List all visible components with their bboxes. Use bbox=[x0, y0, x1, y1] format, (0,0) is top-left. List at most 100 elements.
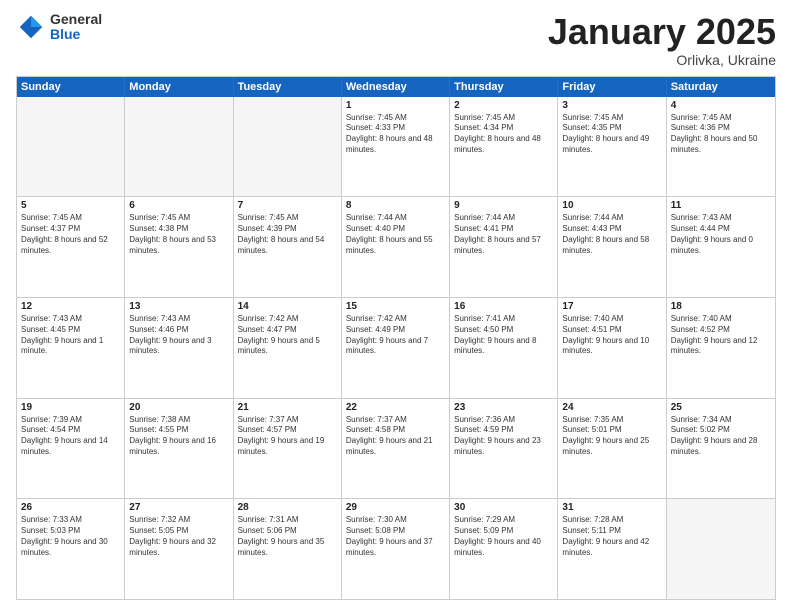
cell-info: Sunrise: 7:43 AM Sunset: 4:44 PM Dayligh… bbox=[671, 213, 771, 256]
calendar-cell: 14Sunrise: 7:42 AM Sunset: 4:47 PM Dayli… bbox=[234, 298, 342, 398]
cell-info: Sunrise: 7:43 AM Sunset: 4:45 PM Dayligh… bbox=[21, 314, 120, 357]
calendar-cell bbox=[17, 97, 125, 197]
day-number: 5 bbox=[21, 200, 120, 211]
calendar-cell: 24Sunrise: 7:35 AM Sunset: 5:01 PM Dayli… bbox=[558, 399, 666, 499]
calendar-cell: 3Sunrise: 7:45 AM Sunset: 4:35 PM Daylig… bbox=[558, 97, 666, 197]
page: General Blue January 2025 Orlivka, Ukrai… bbox=[0, 0, 792, 612]
calendar-cell: 7Sunrise: 7:45 AM Sunset: 4:39 PM Daylig… bbox=[234, 197, 342, 297]
calendar-row: 5 Sunrise: 7:45 AM Sunset: 4:37 PM Daylig… bbox=[17, 196, 775, 297]
day-number: 6 bbox=[129, 200, 228, 211]
day-number: 4 bbox=[671, 100, 771, 111]
calendar-row: 1Sunrise: 7:45 AM Sunset: 4:33 PM Daylig… bbox=[17, 97, 775, 197]
calendar-cell: 4 Sunrise: 7:45 AM Sunset: 4:36 PM Daylig… bbox=[667, 97, 775, 197]
day-number: 21 bbox=[238, 402, 337, 413]
day-number: 10 bbox=[562, 200, 661, 211]
day-number: 25 bbox=[671, 402, 771, 413]
cell-info: Sunrise: 7:43 AM Sunset: 4:46 PM Dayligh… bbox=[129, 314, 228, 357]
cell-info: Sunrise: 7:32 AM Sunset: 5:05 PM Dayligh… bbox=[129, 515, 228, 558]
calendar-cell: 2Sunrise: 7:45 AM Sunset: 4:34 PM Daylig… bbox=[450, 97, 558, 197]
weekday-label: Friday bbox=[558, 77, 666, 97]
weekday-label: Tuesday bbox=[234, 77, 342, 97]
calendar-cell: 25 Sunrise: 7:34 AM Sunset: 5:02 PM Dayli… bbox=[667, 399, 775, 499]
cell-info: Sunrise: 7:45 AM Sunset: 4:36 PM Dayligh… bbox=[671, 113, 771, 156]
cell-info: Sunrise: 7:31 AM Sunset: 5:06 PM Dayligh… bbox=[238, 515, 337, 558]
logo-text: General Blue bbox=[50, 12, 102, 43]
day-number: 24 bbox=[562, 402, 661, 413]
calendar-row: 26 Sunrise: 7:33 AM Sunset: 5:03 PM Dayli… bbox=[17, 498, 775, 599]
calendar-cell bbox=[234, 97, 342, 197]
calendar-cell: 29 Sunrise: 7:30 AM Sunset: 5:08 PM Dayli… bbox=[342, 499, 450, 599]
calendar-header: SundayMondayTuesdayWednesdayThursdayFrid… bbox=[17, 77, 775, 97]
calendar-body: 1Sunrise: 7:45 AM Sunset: 4:33 PM Daylig… bbox=[17, 97, 775, 599]
logo-icon bbox=[16, 12, 46, 42]
cell-info: Sunrise: 7:45 AM Sunset: 4:39 PM Dayligh… bbox=[238, 213, 337, 256]
cell-info: Sunrise: 7:34 AM Sunset: 5:02 PM Dayligh… bbox=[671, 415, 771, 458]
calendar-row: 19 Sunrise: 7:39 AM Sunset: 4:54 PM Dayli… bbox=[17, 398, 775, 499]
cell-info: Sunrise: 7:44 AM Sunset: 4:40 PM Dayligh… bbox=[346, 213, 445, 256]
cell-info: Sunrise: 7:38 AM Sunset: 4:55 PM Dayligh… bbox=[129, 415, 228, 458]
calendar-cell: 28 Sunrise: 7:31 AM Sunset: 5:06 PM Dayli… bbox=[234, 499, 342, 599]
cell-info: Sunrise: 7:29 AM Sunset: 5:09 PM Dayligh… bbox=[454, 515, 553, 558]
calendar-cell: 19 Sunrise: 7:39 AM Sunset: 4:54 PM Dayli… bbox=[17, 399, 125, 499]
day-number: 9 bbox=[454, 200, 553, 211]
cell-info: Sunrise: 7:45 AM Sunset: 4:33 PM Dayligh… bbox=[346, 113, 445, 156]
cell-info: Sunrise: 7:45 AM Sunset: 4:37 PM Dayligh… bbox=[21, 213, 120, 256]
day-number: 18 bbox=[671, 301, 771, 312]
cell-info: Sunrise: 7:45 AM Sunset: 4:38 PM Dayligh… bbox=[129, 213, 228, 256]
calendar-cell: 10 Sunrise: 7:44 AM Sunset: 4:43 PM Dayli… bbox=[558, 197, 666, 297]
day-number: 22 bbox=[346, 402, 445, 413]
calendar-cell: 17Sunrise: 7:40 AM Sunset: 4:51 PM Dayli… bbox=[558, 298, 666, 398]
calendar-cell: 26 Sunrise: 7:33 AM Sunset: 5:03 PM Dayli… bbox=[17, 499, 125, 599]
cell-info: Sunrise: 7:37 AM Sunset: 4:57 PM Dayligh… bbox=[238, 415, 337, 458]
logo-general: General bbox=[50, 12, 102, 27]
logo-blue: Blue bbox=[50, 27, 102, 42]
logo: General Blue bbox=[16, 12, 102, 43]
day-number: 27 bbox=[129, 502, 228, 513]
cell-info: Sunrise: 7:33 AM Sunset: 5:03 PM Dayligh… bbox=[21, 515, 120, 558]
calendar: SundayMondayTuesdayWednesdayThursdayFrid… bbox=[16, 76, 776, 600]
header: General Blue January 2025 Orlivka, Ukrai… bbox=[16, 12, 776, 68]
cell-info: Sunrise: 7:41 AM Sunset: 4:50 PM Dayligh… bbox=[454, 314, 553, 357]
calendar-cell: 31 Sunrise: 7:28 AM Sunset: 5:11 PM Dayli… bbox=[558, 499, 666, 599]
calendar-cell: 6 Sunrise: 7:45 AM Sunset: 4:38 PM Daylig… bbox=[125, 197, 233, 297]
calendar-cell bbox=[125, 97, 233, 197]
calendar-cell: 11Sunrise: 7:43 AM Sunset: 4:44 PM Dayli… bbox=[667, 197, 775, 297]
cell-info: Sunrise: 7:28 AM Sunset: 5:11 PM Dayligh… bbox=[562, 515, 661, 558]
calendar-cell: 18 Sunrise: 7:40 AM Sunset: 4:52 PM Dayli… bbox=[667, 298, 775, 398]
day-number: 31 bbox=[562, 502, 661, 513]
calendar-cell: 23Sunrise: 7:36 AM Sunset: 4:59 PM Dayli… bbox=[450, 399, 558, 499]
cell-info: Sunrise: 7:37 AM Sunset: 4:58 PM Dayligh… bbox=[346, 415, 445, 458]
month-year: January 2025 bbox=[548, 12, 776, 52]
cell-info: Sunrise: 7:44 AM Sunset: 4:43 PM Dayligh… bbox=[562, 213, 661, 256]
title-block: January 2025 Orlivka, Ukraine bbox=[548, 12, 776, 68]
weekday-label: Wednesday bbox=[342, 77, 450, 97]
cell-info: Sunrise: 7:44 AM Sunset: 4:41 PM Dayligh… bbox=[454, 213, 553, 256]
cell-info: Sunrise: 7:39 AM Sunset: 4:54 PM Dayligh… bbox=[21, 415, 120, 458]
day-number: 28 bbox=[238, 502, 337, 513]
day-number: 16 bbox=[454, 301, 553, 312]
calendar-row: 12Sunrise: 7:43 AM Sunset: 4:45 PM Dayli… bbox=[17, 297, 775, 398]
cell-info: Sunrise: 7:40 AM Sunset: 4:52 PM Dayligh… bbox=[671, 314, 771, 357]
calendar-cell: 30Sunrise: 7:29 AM Sunset: 5:09 PM Dayli… bbox=[450, 499, 558, 599]
cell-info: Sunrise: 7:30 AM Sunset: 5:08 PM Dayligh… bbox=[346, 515, 445, 558]
weekday-label: Monday bbox=[125, 77, 233, 97]
calendar-cell: 9 Sunrise: 7:44 AM Sunset: 4:41 PM Daylig… bbox=[450, 197, 558, 297]
calendar-cell: 21 Sunrise: 7:37 AM Sunset: 4:57 PM Dayli… bbox=[234, 399, 342, 499]
weekday-label: Thursday bbox=[450, 77, 558, 97]
calendar-cell: 16 Sunrise: 7:41 AM Sunset: 4:50 PM Dayli… bbox=[450, 298, 558, 398]
weekday-label: Sunday bbox=[17, 77, 125, 97]
day-number: 23 bbox=[454, 402, 553, 413]
day-number: 19 bbox=[21, 402, 120, 413]
calendar-cell bbox=[667, 499, 775, 599]
day-number: 17 bbox=[562, 301, 661, 312]
calendar-cell: 8 Sunrise: 7:44 AM Sunset: 4:40 PM Daylig… bbox=[342, 197, 450, 297]
calendar-cell: 1Sunrise: 7:45 AM Sunset: 4:33 PM Daylig… bbox=[342, 97, 450, 197]
calendar-cell: 13Sunrise: 7:43 AM Sunset: 4:46 PM Dayli… bbox=[125, 298, 233, 398]
day-number: 20 bbox=[129, 402, 228, 413]
day-number: 14 bbox=[238, 301, 337, 312]
day-number: 15 bbox=[346, 301, 445, 312]
day-number: 29 bbox=[346, 502, 445, 513]
day-number: 8 bbox=[346, 200, 445, 211]
location: Orlivka, Ukraine bbox=[548, 52, 776, 68]
day-number: 26 bbox=[21, 502, 120, 513]
